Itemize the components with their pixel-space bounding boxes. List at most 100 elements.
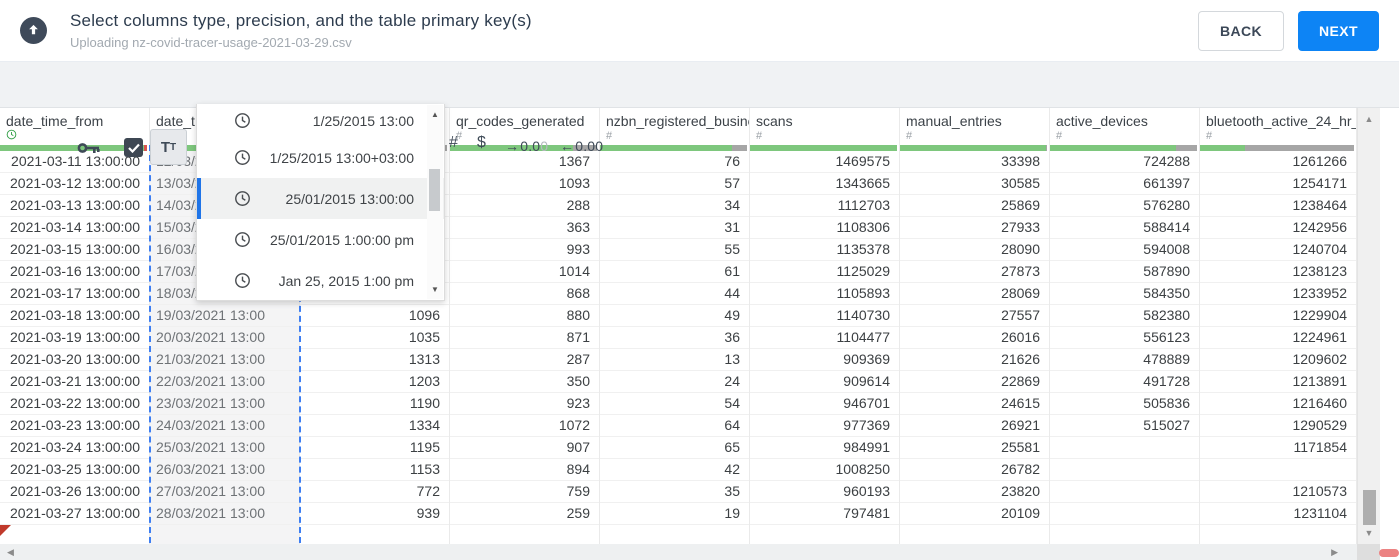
table-cell[interactable] <box>1050 459 1199 481</box>
table-cell[interactable]: 54 <box>600 393 749 415</box>
next-button[interactable]: NEXT <box>1298 10 1379 51</box>
table-cell[interactable]: 288 <box>450 195 599 217</box>
table-cell[interactable]: 31 <box>600 217 749 239</box>
table-cell[interactable]: 21626 <box>900 349 1049 371</box>
table-cell[interactable]: 772 <box>300 481 449 503</box>
number-type-button[interactable]: # <box>449 134 458 152</box>
table-cell[interactable]: 1254171 <box>1200 173 1356 195</box>
table-cell[interactable]: 2021-03-18 13:00:00 <box>0 305 149 327</box>
table-cell[interactable]: 25869 <box>900 195 1049 217</box>
date-format-option[interactable]: 25/01/2015 1:00:00 pm <box>197 219 444 260</box>
table-cell[interactable]: 946701 <box>750 393 899 415</box>
table-cell[interactable]: 26921 <box>900 415 1049 437</box>
table-cell[interactable]: 1238123 <box>1200 261 1356 283</box>
table-cell[interactable]: 65 <box>600 437 749 459</box>
table-cell[interactable]: 20/03/2021 13:00 <box>150 327 299 349</box>
table-cell[interactable]: 28/03/2021 13:00 <box>150 503 299 525</box>
table-cell[interactable]: 64 <box>600 415 749 437</box>
table-cell[interactable]: 24615 <box>900 393 1049 415</box>
table-cell[interactable]: 909369 <box>750 349 899 371</box>
table-cell[interactable]: 584350 <box>1050 283 1199 305</box>
table-cell[interactable]: 2021-03-14 13:00:00 <box>0 217 149 239</box>
table-cell[interactable]: 1231104 <box>1200 503 1356 525</box>
table-cell[interactable]: 2021-03-20 13:00:00 <box>0 349 149 371</box>
table-cell[interactable]: 2021-03-25 13:00:00 <box>0 459 149 481</box>
table-cell[interactable]: 939 <box>300 503 449 525</box>
table-cell[interactable]: 1105893 <box>750 283 899 305</box>
table-cell[interactable]: 894 <box>450 459 599 481</box>
dropdown-scroll-up-icon[interactable]: ▲ <box>427 110 443 119</box>
table-cell[interactable]: 797481 <box>750 503 899 525</box>
table-cell[interactable]: 2021-03-19 13:00:00 <box>0 327 149 349</box>
table-cell[interactable]: 25/03/2021 13:00 <box>150 437 299 459</box>
table-cell[interactable]: 1334 <box>300 415 449 437</box>
table-cell[interactable]: 576280 <box>1050 195 1199 217</box>
table-cell[interactable] <box>1200 459 1356 481</box>
table-cell[interactable]: 1313 <box>300 349 449 371</box>
table-cell[interactable]: 2021-03-12 13:00:00 <box>0 173 149 195</box>
scroll-left-icon[interactable]: ◀ <box>7 547 14 558</box>
table-cell[interactable]: 2021-03-22 13:00:00 <box>0 393 149 415</box>
scroll-down-icon[interactable]: ▼ <box>1358 528 1380 538</box>
table-cell[interactable]: 44 <box>600 283 749 305</box>
horizontal-scrollbar[interactable]: ◀ ▶ <box>0 544 1380 560</box>
table-cell[interactable]: 1112703 <box>750 195 899 217</box>
table-cell[interactable]: 1125029 <box>750 261 899 283</box>
table-cell[interactable]: 1261266 <box>1200 151 1356 173</box>
table-cell[interactable]: 21/03/2021 13:00 <box>150 349 299 371</box>
table-cell[interactable]: 350 <box>450 371 599 393</box>
table-cell[interactable]: 909614 <box>750 371 899 393</box>
table-cell[interactable]: 61 <box>600 261 749 283</box>
column-active_devices[interactable]: active_devices #724288 661397 576280 588414 5… <box>1050 108 1200 544</box>
table-cell[interactable]: 759 <box>450 481 599 503</box>
table-cell[interactable]: 26016 <box>900 327 1049 349</box>
primary-key-icon[interactable] <box>77 141 100 160</box>
table-cell[interactable]: 27557 <box>900 305 1049 327</box>
date-format-option[interactable]: 1/25/2015 13:00 <box>197 104 444 137</box>
table-cell[interactable]: 1367 <box>450 151 599 173</box>
column-date_time_from[interactable]: date_time_from 2021-03-11 13:00:00 2021-03… <box>0 108 150 544</box>
column-header[interactable]: active_devices <box>1050 108 1199 129</box>
table-cell[interactable]: 923 <box>450 393 599 415</box>
currency-type-button[interactable]: $ <box>477 134 486 152</box>
table-cell[interactable]: 1096 <box>300 305 449 327</box>
table-cell[interactable]: 27/03/2021 13:00 <box>150 481 299 503</box>
table-cell[interactable]: 984991 <box>750 437 899 459</box>
table-cell[interactable]: 1216460 <box>1200 393 1356 415</box>
decrease-decimal-button[interactable]: ←0.00 <box>560 138 603 154</box>
column-header[interactable]: scans <box>750 108 899 129</box>
vertical-scrollbar-thumb[interactable] <box>1363 490 1376 525</box>
table-cell[interactable]: 515027 <box>1050 415 1199 437</box>
table-cell[interactable]: 1035 <box>300 327 449 349</box>
table-cell[interactable]: 1343665 <box>750 173 899 195</box>
table-cell[interactable]: 1093 <box>450 173 599 195</box>
table-cell[interactable]: 363 <box>450 217 599 239</box>
table-cell[interactable]: 1224961 <box>1200 327 1356 349</box>
table-cell[interactable]: 587890 <box>1050 261 1199 283</box>
table-cell[interactable]: 1195 <box>300 437 449 459</box>
table-cell[interactable]: 2021-03-17 13:00:00 <box>0 283 149 305</box>
table-cell[interactable]: 491728 <box>1050 371 1199 393</box>
increase-decimal-button[interactable]: →0.00 <box>505 138 548 154</box>
table-cell[interactable]: 1171854 <box>1200 437 1356 459</box>
table-cell[interactable]: 871 <box>450 327 599 349</box>
dropdown-scrollbar[interactable]: ▲ ▼ <box>427 105 443 299</box>
table-cell[interactable]: 1209602 <box>1200 349 1356 371</box>
table-cell[interactable]: 907 <box>450 437 599 459</box>
checked-checkbox-icon[interactable] <box>124 138 143 157</box>
table-cell[interactable]: 960193 <box>750 481 899 503</box>
column-header[interactable]: date_time_from <box>0 108 149 129</box>
table-cell[interactable]: 1203 <box>300 371 449 393</box>
table-cell[interactable]: 36 <box>600 327 749 349</box>
table-cell[interactable]: 1104477 <box>750 327 899 349</box>
scroll-up-icon[interactable]: ▲ <box>1358 114 1380 124</box>
table-cell[interactable]: 49 <box>600 305 749 327</box>
table-cell[interactable]: 23820 <box>900 481 1049 503</box>
table-cell[interactable]: 1008250 <box>750 459 899 481</box>
table-cell[interactable]: 880 <box>450 305 599 327</box>
table-cell[interactable]: 24/03/2021 13:00 <box>150 415 299 437</box>
table-cell[interactable]: 2021-03-23 13:00:00 <box>0 415 149 437</box>
table-cell[interactable]: 588414 <box>1050 217 1199 239</box>
table-cell[interactable]: 1229904 <box>1200 305 1356 327</box>
table-cell[interactable]: 478889 <box>1050 349 1199 371</box>
